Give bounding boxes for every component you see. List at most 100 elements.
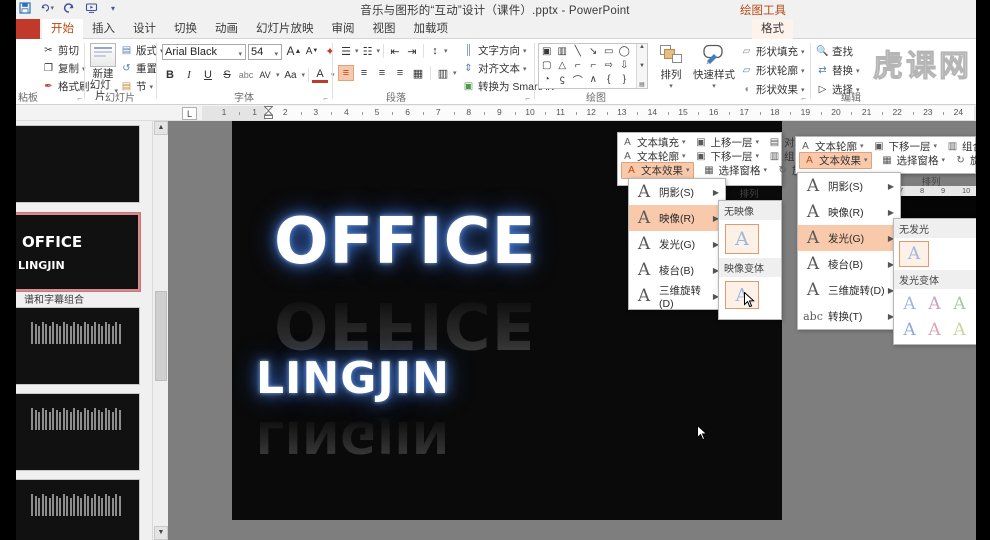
chevron-down-icon[interactable]: ▾	[523, 47, 527, 55]
menu-item-rotate3d-a[interactable]: A三维旋转(D)▶	[798, 277, 900, 303]
cut-button[interactable]: ✂ 剪切	[42, 43, 90, 58]
text-effects-panel-current[interactable]: A文本轮廓▾▣下移一层▾▥组合▾A文本效果▾▦选择窗格▾↻旋转▾	[795, 136, 976, 174]
glow-submenu[interactable]: 无发光 A 发光变体 AAAAAA	[893, 218, 977, 345]
clipboard-dialog-launcher[interactable]: ⌐	[77, 94, 82, 103]
ribbon-tab[interactable]: 设计	[124, 19, 165, 39]
panel-right-header[interactable]: A文本轮廓▾▣下移一层▾▥组合▾A文本效果▾▦选择窗格▾↻旋转▾	[796, 137, 975, 169]
shape-line-icon[interactable]: ╲	[570, 44, 586, 58]
drawing-dialog-launcher[interactable]: ⌐	[801, 94, 806, 103]
gallery-down-icon[interactable]: ▼	[639, 63, 645, 69]
align-right-icon[interactable]: ≡	[374, 65, 390, 81]
quick-styles-button[interactable]: 快速样式 ▾	[692, 43, 736, 92]
scroll-thumb[interactable]	[155, 291, 167, 381]
underline-button[interactable]: U	[200, 67, 216, 83]
slide-thumbnail-pane[interactable]: OFFICELINGJIN谱和字幕组合	[16, 121, 168, 540]
chevron-down-icon[interactable]: ▾	[453, 69, 457, 77]
chevron-down-icon[interactable]: ▾	[801, 86, 805, 94]
decrease-indent-icon[interactable]: ⇤	[387, 43, 403, 59]
ribbon-tabs[interactable]: 开始插入设计切换动画幻灯片放映审阅视图加载项格式	[42, 19, 793, 39]
shape-vertical-textbox-icon[interactable]: ▥	[555, 44, 571, 58]
chevron-down-icon[interactable]: ▾	[686, 166, 690, 174]
glow-variant-item[interactable]: A	[922, 291, 947, 317]
menu-item-glow-a[interactable]: A发光(G)▶	[629, 231, 725, 257]
glow-variant-item[interactable]: A	[947, 291, 972, 317]
paragraph-dialog-launcher[interactable]: ⌐	[525, 94, 530, 103]
ribbon-tab[interactable]: 幻灯片放映	[247, 19, 323, 39]
bold-button[interactable]: B	[162, 67, 178, 83]
shape-freeform-icon[interactable]: ϛ	[555, 72, 571, 86]
shape-right-arrow-icon[interactable]: ⇨	[601, 58, 617, 72]
chevron-down-icon[interactable]: ▾	[444, 47, 448, 55]
columns-icon[interactable]: ▥	[435, 65, 451, 81]
find-button[interactable]: 🔍 查找	[816, 44, 860, 59]
font-color-button[interactable]: A	[312, 68, 328, 83]
shape-arc-icon[interactable]: ⌒	[570, 72, 586, 86]
shape-textbox-icon[interactable]: ▣	[539, 44, 555, 58]
chevron-down-icon[interactable]: ▾	[377, 47, 381, 55]
chevron-down-icon[interactable]: ▾	[682, 152, 686, 160]
menu-item-reflection-a[interactable]: A映像(R)▶	[798, 199, 900, 225]
shape-right-brace-icon[interactable]: }	[617, 72, 633, 86]
text-effects-menu-previous[interactable]: A阴影(S)▶A映像(R)▶A发光(G)▶A棱台(B)▶A三维旋转(D)▶	[628, 178, 726, 310]
thumbnail-bars-1[interactable]	[16, 307, 140, 385]
shape-curve-icon[interactable]: ∧	[586, 72, 602, 86]
glow-variant-item[interactable]: A	[947, 317, 972, 343]
chevron-right-icon[interactable]: ▶	[886, 208, 896, 217]
shape-elbow-icon[interactable]: ⌐	[570, 58, 586, 72]
ribbon-tab[interactable]: 格式	[752, 19, 793, 39]
chevron-right-icon[interactable]: ▶	[886, 182, 896, 191]
chevron-down-icon[interactable]: ▾	[692, 81, 736, 92]
arrange-button[interactable]: 排列 ▾	[654, 43, 688, 92]
chevron-down-icon[interactable]: ▾	[856, 67, 860, 75]
shape-rounded-rect-icon[interactable]: ▢	[539, 58, 555, 72]
font-dialog-launcher[interactable]: ⌐	[323, 94, 328, 103]
shape-effects-button[interactable]: ◖ 形状效果 ▾	[740, 82, 805, 97]
shape-left-brace-icon[interactable]: {	[601, 72, 617, 86]
chevron-down-icon[interactable]: ▾	[756, 138, 760, 146]
strikethrough-button[interactable]: abc	[238, 67, 254, 83]
align-left-icon[interactable]: ≡	[338, 65, 354, 81]
menu-item-bevel-a[interactable]: A棱台(B)▶	[798, 251, 900, 277]
chevron-down-icon[interactable]: ▾	[934, 142, 938, 150]
menu-item-bevel-a[interactable]: A棱台(B)▶	[629, 257, 725, 283]
chevron-down-icon[interactable]: ▾	[654, 81, 688, 92]
shapes-gallery[interactable]: ▣ ▥ ╲ ↘ ▭ ◯ ▢ △ ⌐ ⌐ ⇨ ⇩ ◔ ϛ	[538, 43, 648, 89]
ribbon-tab[interactable]: 插入	[83, 19, 124, 39]
text-effects-menu-current[interactable]: A阴影(S)▶A映像(R)▶A发光(G)▶A棱台(B)▶A三维旋转(D)▶abc…	[797, 172, 901, 330]
replace-button[interactable]: ⇄ 替换 ▾	[816, 63, 860, 78]
ribbon-tab[interactable]: 加载项	[405, 19, 458, 39]
chevron-down-icon[interactable]: ▾	[276, 71, 280, 79]
change-case-button[interactable]: Aa	[283, 67, 299, 83]
bring-forward-button[interactable]: ▣上移一层▾	[695, 135, 760, 150]
glow-variant-item[interactable]: A	[897, 291, 922, 317]
shapes-gallery-scroll[interactable]: ▲ ▼ ▤	[636, 44, 647, 88]
shape-rectangle-icon[interactable]: ▭	[601, 44, 617, 58]
chevron-down-icon[interactable]: ▾	[302, 71, 306, 79]
glow-variants-grid[interactable]: AAAAAA	[894, 289, 976, 345]
chevron-down-icon[interactable]: ▾	[860, 142, 864, 150]
scroll-up-arrow[interactable]: ▲	[154, 121, 168, 135]
indent-marker[interactable]	[264, 106, 273, 119]
text-effects-button[interactable]: A文本效果▾	[621, 162, 694, 179]
panel-left-header[interactable]: A文本填充▾▣上移一层▾▤对▾A文本轮廓▾▣下移一层▾▥组▾A文本效果▾▦选择窗…	[618, 133, 781, 179]
font-size-input[interactable]: 54 ▾	[248, 44, 282, 60]
chevron-down-icon[interactable]: ▾	[682, 138, 686, 146]
ribbon-tab[interactable]: 动画	[206, 19, 247, 39]
shadow-text-button[interactable]: S	[219, 67, 235, 83]
scroll-down-arrow[interactable]: ▼	[154, 526, 168, 540]
menu-item-reflection-a[interactable]: A映像(R)▶	[629, 205, 725, 231]
glow-variant-item[interactable]: A	[922, 317, 947, 343]
chevron-down-icon[interactable]: ▾	[238, 48, 242, 62]
shape-down-arrow-icon[interactable]: ⇩	[617, 58, 633, 72]
ribbon-tab[interactable]: 开始	[42, 19, 83, 39]
horizontal-ruler[interactable]: 1123456789101112131415161718192021222324	[202, 106, 977, 120]
chevron-down-icon[interactable]: ▾	[864, 156, 868, 164]
shape-oval-icon[interactable]: ◯	[617, 44, 633, 58]
justify-icon[interactable]: ≡	[392, 65, 408, 81]
italic-button[interactable]: I	[181, 67, 197, 83]
menu-item-transform-abc[interactable]: abc转换(T)▶	[798, 303, 900, 329]
ribbon-tab[interactable]: 切换	[165, 19, 206, 39]
glow-variant-item[interactable]: A	[897, 317, 922, 343]
shape-fill-button[interactable]: ▱ 形状填充 ▾	[740, 44, 805, 59]
tab-stop-selector[interactable]: L	[182, 107, 197, 120]
